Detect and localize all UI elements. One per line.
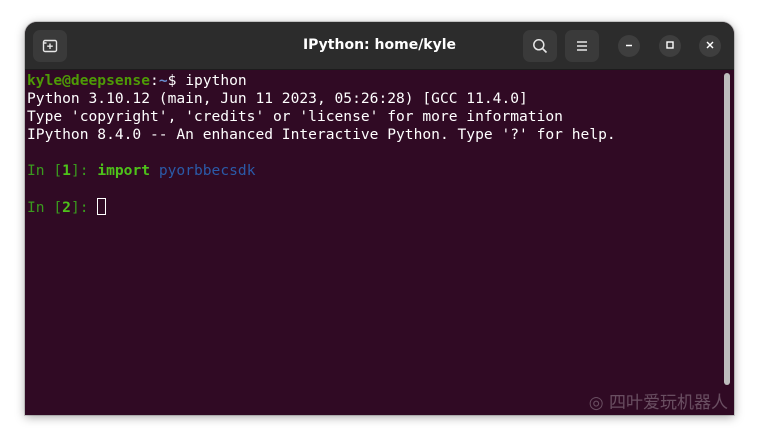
minimize-button[interactable] (618, 35, 640, 57)
prompt-command: ipython (176, 72, 247, 89)
in-close: ]: (70, 162, 98, 179)
module-name: pyorbbecsdk (158, 162, 256, 179)
ipython-input-cell: In [1]: import pyorbbecsdk (27, 162, 255, 180)
maximize-icon (665, 37, 675, 55)
prompt-separator: : (150, 72, 159, 89)
hamburger-menu-icon (575, 40, 589, 52)
shell-prompt-line: kyle@deepsense:~$ ipython (27, 72, 247, 90)
close-button[interactable] (699, 35, 721, 57)
in-number: 1 (62, 162, 71, 179)
minimize-icon (624, 37, 634, 55)
terminal-window: IPython: home/kyle kyle@deepsense:~$ ipy… (25, 22, 734, 415)
maximize-button[interactable] (659, 35, 681, 57)
in-number: 2 (62, 199, 71, 216)
import-keyword: import (97, 162, 151, 179)
title-bar[interactable]: IPython: home/kyle (25, 22, 734, 70)
search-icon (532, 38, 548, 54)
in-close: ]: (70, 199, 98, 216)
prompt-user: kyle@deepsense (27, 72, 151, 89)
banner-line: IPython 8.4.0 -- An enhanced Interactive… (27, 126, 616, 143)
close-icon (705, 37, 715, 55)
new-tab-button[interactable] (33, 30, 67, 62)
in-label: In [ (27, 199, 63, 216)
terminal-output[interactable]: kyle@deepsense:~$ ipython Python 3.10.12… (25, 70, 724, 415)
menu-button[interactable] (565, 30, 599, 62)
banner-line: Python 3.10.12 (main, Jun 11 2023, 05:26… (27, 90, 528, 107)
new-tab-icon (42, 38, 58, 54)
search-button[interactable] (523, 30, 557, 62)
watermark: ◎ 四叶爱玩机器人 (588, 393, 728, 413)
text-cursor[interactable] (97, 198, 107, 215)
in-label: In [ (27, 162, 63, 179)
prompt-path: ~ (158, 72, 168, 89)
banner-line: Type 'copyright', 'credits' or 'license'… (27, 108, 563, 125)
scrollbar[interactable] (724, 73, 730, 385)
ipython-input-cell[interactable]: In [2]: (27, 198, 107, 217)
